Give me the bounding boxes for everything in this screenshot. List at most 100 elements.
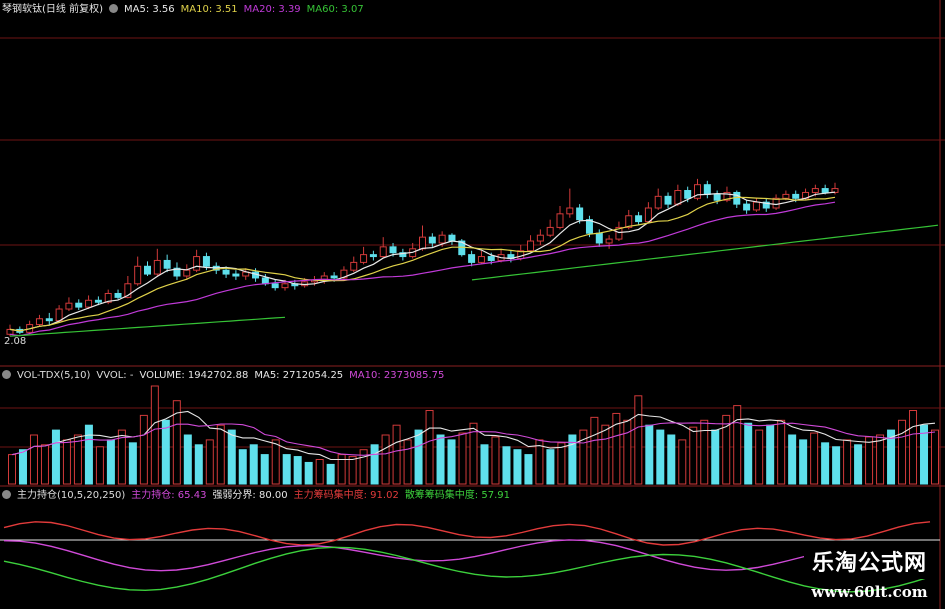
ma5-label: MA5: 3.56 <box>123 4 175 15</box>
main-chip-line <box>3 521 931 546</box>
volume-bar <box>843 439 852 485</box>
moving-average-lines <box>9 191 939 337</box>
candle-body <box>664 195 672 205</box>
watermark-title: 乐淘公式网 <box>803 543 935 579</box>
volume-bar <box>293 456 302 485</box>
vvol-label: VVOL: - <box>96 370 134 381</box>
candle-body <box>389 246 397 254</box>
candle-body <box>487 256 495 261</box>
candle-body <box>202 256 210 267</box>
volume-bar <box>84 424 93 485</box>
candle-body <box>65 302 73 310</box>
volume-bar <box>810 432 819 485</box>
vol-ma10-label: MA10: 2373085.75 <box>349 370 445 381</box>
volume-bar <box>700 419 709 485</box>
volume-bar <box>777 419 786 485</box>
candle-body <box>153 259 161 275</box>
candle-body <box>576 207 584 221</box>
volume-label: VOLUME: 1942702.88 <box>139 370 249 381</box>
volume-bar <box>480 444 489 485</box>
volume-bar <box>601 424 610 485</box>
candle-body <box>144 265 151 275</box>
candle-body <box>114 292 122 298</box>
ma20-line <box>9 201 836 337</box>
volume-bar <box>183 434 192 485</box>
indicator-lines <box>0 521 940 593</box>
candle-body <box>556 213 564 228</box>
volume-bar <box>491 436 500 485</box>
candle-body <box>605 238 613 244</box>
volume-bar <box>238 449 247 485</box>
volume-bar <box>821 442 830 485</box>
candle-body <box>684 190 692 199</box>
candle-body <box>527 240 535 252</box>
stock-chart <box>0 0 945 609</box>
candle-body <box>546 226 554 236</box>
candle-body <box>782 193 790 199</box>
volume-bar <box>546 449 555 485</box>
candle-body <box>35 318 43 326</box>
volume-bar <box>40 444 49 485</box>
ma10-label: MA10: 3.51 <box>180 4 238 15</box>
volume-bar <box>744 422 753 485</box>
volume-bar <box>381 434 390 485</box>
volume-bar <box>832 446 841 485</box>
candle-body <box>419 236 426 250</box>
candle-body <box>654 195 662 209</box>
candle-body <box>595 232 603 244</box>
volume-bar <box>128 442 137 485</box>
main-chip-label: 主力筹码集中度: 91.02 <box>293 490 399 501</box>
watermark: 乐淘公式网 www.60lt.com <box>803 543 935 601</box>
volume-bar <box>590 416 599 485</box>
candle-body <box>350 261 358 271</box>
volume-bar <box>755 429 764 485</box>
volume-bar <box>95 446 104 485</box>
volume-bar <box>62 439 71 485</box>
volume-bar <box>634 395 643 485</box>
candle-body <box>811 188 819 193</box>
volume-bar <box>315 459 324 485</box>
candle-body <box>743 203 751 211</box>
volume-bar <box>920 424 929 485</box>
vol-ma5-label: MA5: 2712054.25 <box>254 370 344 381</box>
candle-body <box>674 190 682 205</box>
volume-bar <box>931 429 939 485</box>
volume-bar <box>150 385 159 485</box>
candle-body <box>75 302 83 308</box>
volume-bar <box>161 419 170 485</box>
settings-circle-icon[interactable] <box>2 490 11 499</box>
volume-bar <box>854 444 863 485</box>
candle-body <box>360 254 368 263</box>
ma60-label: MA60: 3.07 <box>306 4 364 15</box>
volume-bar <box>667 434 676 485</box>
volume-bar <box>689 426 698 485</box>
volume-bar <box>711 429 720 485</box>
volume-bar <box>414 429 423 485</box>
candle-body <box>752 201 760 211</box>
settings-circle-icon[interactable] <box>2 370 11 379</box>
candle-body <box>703 184 711 195</box>
ma5-line <box>9 191 836 332</box>
strong-weak-label: 强弱分界: 80.00 <box>212 490 288 501</box>
volume-bar <box>766 424 775 485</box>
candle-body <box>271 283 279 289</box>
candle-body <box>193 256 201 271</box>
candle-body <box>232 273 240 277</box>
volume-bars[interactable] <box>8 385 939 485</box>
volume-bar <box>73 434 82 485</box>
candle-body <box>585 219 593 234</box>
stock-title: 琴钢软钛(日线 前复权) <box>2 4 103 15</box>
main-holding-label: 主力持仓: 65.43 <box>131 490 207 501</box>
candle-body <box>448 234 456 242</box>
volume-bar <box>260 454 269 485</box>
candle-body <box>477 256 485 263</box>
candle-body <box>379 246 387 258</box>
settings-circle-icon[interactable] <box>108 4 118 13</box>
candle-body <box>644 207 652 223</box>
volume-bar <box>557 442 566 485</box>
volume-bar <box>8 454 16 485</box>
volume-bar <box>282 454 291 485</box>
candle-body <box>94 299 102 303</box>
volume-bar <box>348 456 357 485</box>
price-gridlines <box>0 37 945 448</box>
